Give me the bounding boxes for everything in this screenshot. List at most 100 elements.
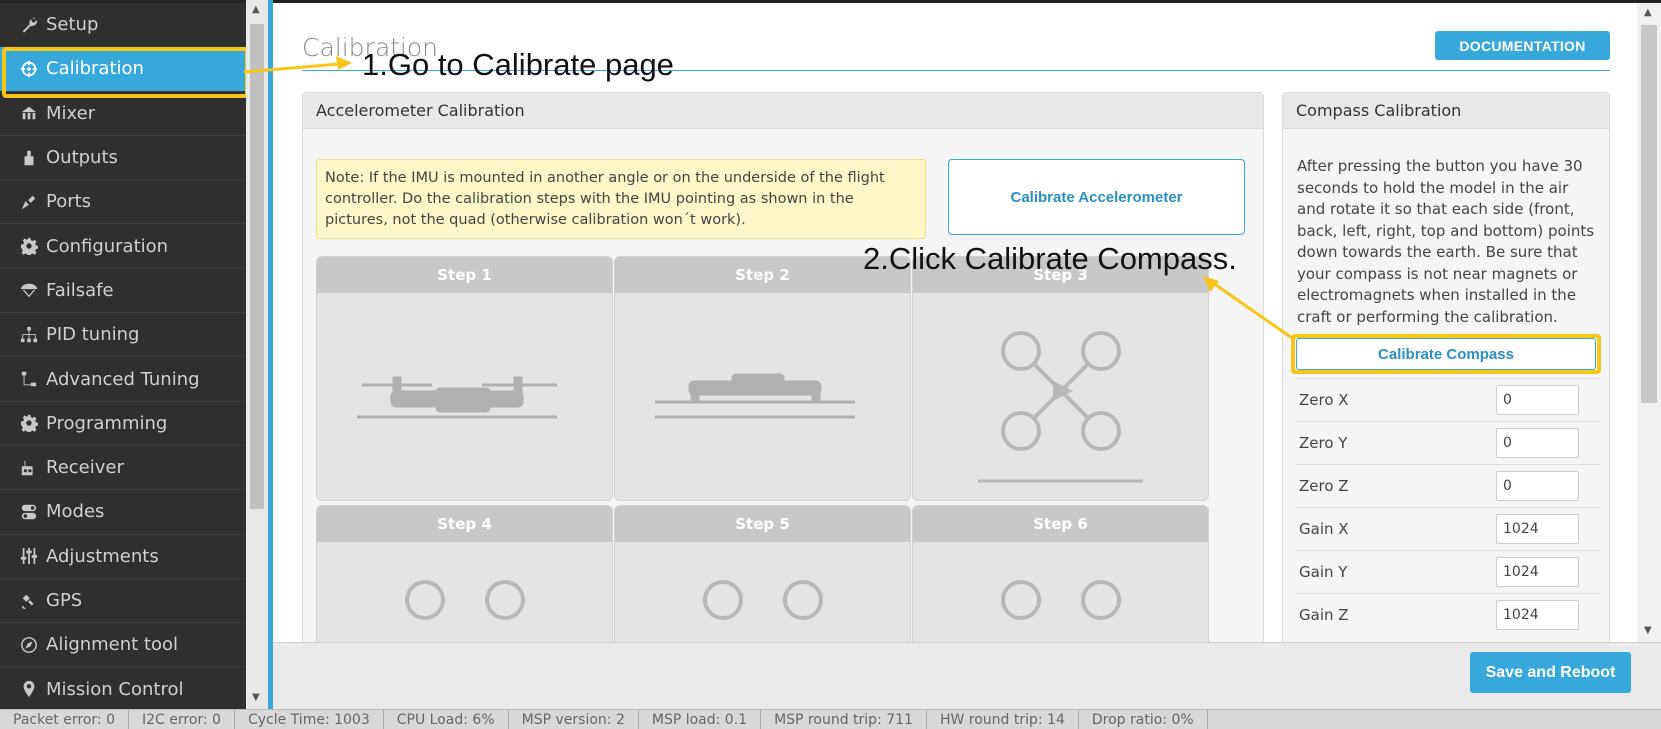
sidebar-scrollbar[interactable]: ▲ ▼ xyxy=(246,0,268,709)
main-scrollbar[interactable]: ▲ ▼ xyxy=(1637,0,1661,642)
sidebar-item-adjustments[interactable]: Adjustments xyxy=(0,535,246,579)
step-card-2: Step 2 xyxy=(614,256,911,501)
sidebar-item-gps[interactable]: GPS xyxy=(0,579,246,624)
sidebar-scroll-thumb[interactable] xyxy=(250,24,264,509)
field-label: Gain Z xyxy=(1299,606,1349,624)
sidebar-item-setup[interactable]: Setup xyxy=(0,3,246,48)
sidebar-item-label: Alignment tool xyxy=(46,634,179,656)
gain-z-row: Gain Z xyxy=(1296,593,1600,636)
status-drop-ratio: Drop ratio: 0% xyxy=(1079,710,1208,729)
wrench-icon xyxy=(18,14,40,36)
sidebar-item-outputs[interactable]: Outputs xyxy=(0,136,246,181)
zero-y-row: Zero Y xyxy=(1296,421,1600,464)
sidebar-item-receiver[interactable]: Receiver xyxy=(0,446,246,491)
gain-y-input[interactable] xyxy=(1496,557,1579,587)
zero-z-input[interactable] xyxy=(1496,471,1579,501)
status-msp-round-trip: MSP round trip: 711 xyxy=(761,710,927,729)
sidebar-item-label: Calibration xyxy=(46,58,144,80)
scroll-up-icon[interactable]: ▲ xyxy=(1644,7,1652,18)
sidebar-item-label: Outputs xyxy=(46,147,118,169)
crosshair-icon xyxy=(18,58,40,80)
gain-y-row: Gain Y xyxy=(1296,550,1600,593)
field-label: Zero X xyxy=(1299,391,1349,409)
toggle-icon xyxy=(18,501,40,523)
field-label: Gain Y xyxy=(1299,563,1348,581)
sidebar-item-advanced-tuning[interactable]: Advanced Tuning xyxy=(0,357,246,402)
sidebar-item-label: Configuration xyxy=(46,235,169,257)
satellite-icon xyxy=(18,590,40,612)
sidebar-item-label: Mission Control xyxy=(46,678,184,700)
field-label: Gain X xyxy=(1299,520,1349,538)
quad-side-icon xyxy=(703,580,823,620)
scroll-down-icon[interactable]: ▼ xyxy=(252,692,260,703)
quad-top-view-icon xyxy=(978,331,1143,483)
step-title: Step 5 xyxy=(615,506,910,542)
gain-z-input[interactable] xyxy=(1496,600,1579,630)
receiver-icon xyxy=(18,457,40,479)
step-card-4: Step 4 xyxy=(316,505,613,642)
sidebar-item-label: Setup xyxy=(46,14,99,36)
quad-side-icon xyxy=(1001,580,1121,620)
sidebar-item-calibration[interactable]: Calibration xyxy=(0,47,249,99)
sidebar-item-label: Ports xyxy=(46,191,92,213)
map-pin-icon xyxy=(18,678,40,700)
pid-icon xyxy=(18,324,40,346)
outputs-icon xyxy=(18,147,40,169)
sidebar-item-label: Adjustments xyxy=(46,545,159,567)
annotation-step-1: 1.Go to Calibrate page xyxy=(362,47,674,82)
field-label: Zero Z xyxy=(1299,477,1349,495)
step-card-5: Step 5 xyxy=(614,505,911,642)
quad-side-icon xyxy=(405,580,525,620)
parachute-icon xyxy=(18,279,40,301)
step-card-6: Step 6 xyxy=(912,505,1209,642)
documentation-button[interactable]: DOCUMENTATION xyxy=(1435,31,1610,60)
gear-icon xyxy=(18,412,40,434)
zero-x-input[interactable] xyxy=(1496,385,1579,415)
gear-icon xyxy=(18,235,40,257)
advanced-icon xyxy=(18,368,40,390)
scroll-up-icon[interactable]: ▲ xyxy=(252,4,260,15)
quad-inverted-icon xyxy=(655,373,855,419)
ports-icon xyxy=(18,191,40,213)
status-bar: Packet error: 0 I2C error: 0 Cycle Time:… xyxy=(0,709,1661,729)
sidebar-item-label: GPS xyxy=(46,590,83,611)
compass-panel: Compass Calibration After pressing the b… xyxy=(1282,92,1610,642)
annotation-step-2: 2.Click Calibrate Compass. xyxy=(863,241,1237,276)
compass-icon xyxy=(18,634,40,656)
sidebar-item-mission-control[interactable]: Mission Control xyxy=(0,667,246,712)
sidebar: Setup Calibration Mixer Outputs Ports Co… xyxy=(0,0,249,712)
status-cycle-time: Cycle Time: 1003 xyxy=(235,710,384,729)
sidebar-item-label: Modes xyxy=(46,501,105,523)
sidebar-item-label: Receiver xyxy=(46,457,124,479)
gain-x-row: Gain X xyxy=(1296,507,1600,550)
sidebar-item-pid-tuning[interactable]: PID tuning xyxy=(0,313,246,358)
gain-x-input[interactable] xyxy=(1496,514,1579,544)
main-scroll-thumb[interactable] xyxy=(1641,25,1657,403)
sidebar-item-mixer[interactable]: Mixer xyxy=(0,92,246,136)
sidebar-item-configuration[interactable]: Configuration xyxy=(0,224,246,269)
sidebar-item-label: PID tuning xyxy=(46,324,140,346)
compass-panel-title: Compass Calibration xyxy=(1283,93,1609,129)
status-packet-error: Packet error: 0 xyxy=(0,710,129,729)
imu-note: Note: If the IMU is mounted in another a… xyxy=(316,159,926,239)
sidebar-item-ports[interactable]: Ports xyxy=(0,180,246,225)
zero-y-input[interactable] xyxy=(1496,428,1579,458)
scroll-down-icon[interactable]: ▼ xyxy=(1644,625,1652,636)
status-hw-round-trip: HW round trip: 14 xyxy=(927,710,1079,729)
sidebar-item-modes[interactable]: Modes xyxy=(0,490,246,535)
calibrate-accelerometer-button[interactable]: Calibrate Accelerometer xyxy=(948,159,1245,235)
step-card-3: Step 3 xyxy=(912,256,1209,501)
sidebar-item-failsafe[interactable]: Failsafe xyxy=(0,269,246,314)
sidebar-item-programming[interactable]: Programming xyxy=(0,402,246,446)
sidebar-item-alignment-tool[interactable]: Alignment tool xyxy=(0,623,246,668)
step-card-1: Step 1 xyxy=(316,256,613,501)
bottom-toolbar: Save and Reboot xyxy=(273,642,1661,709)
sidebar-item-label: Advanced Tuning xyxy=(46,368,200,390)
zero-x-row: Zero X xyxy=(1296,378,1600,421)
calibrate-compass-button[interactable]: Calibrate Compass xyxy=(1296,338,1596,370)
sidebar-item-label: Failsafe xyxy=(46,279,114,301)
step-title: Step 6 xyxy=(913,506,1208,542)
save-and-reboot-button[interactable]: Save and Reboot xyxy=(1470,652,1631,693)
status-msp-load: MSP load: 0.1 xyxy=(639,710,762,729)
accelerometer-panel: Accelerometer Calibration Note: If the I… xyxy=(302,92,1264,642)
